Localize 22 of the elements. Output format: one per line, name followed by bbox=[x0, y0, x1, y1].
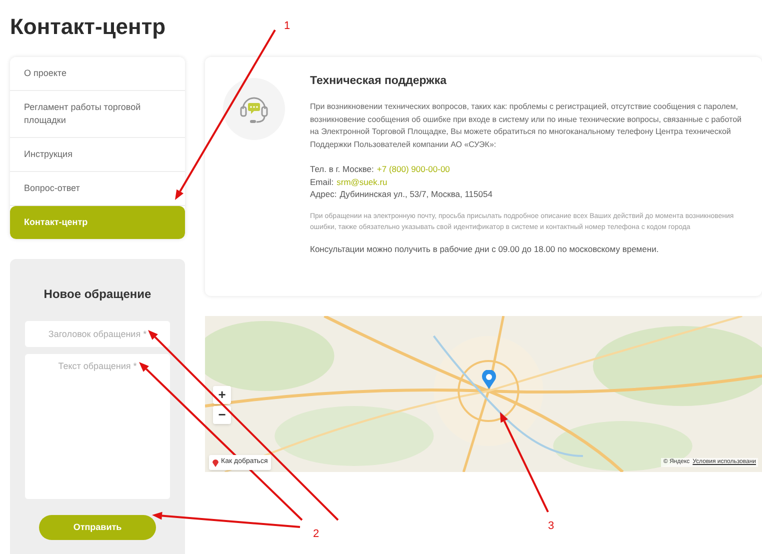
message-field[interactable]: Текст обращения * bbox=[25, 354, 170, 499]
contact-value: Дубининская ул., 53/7, Москва, 115054 bbox=[340, 188, 492, 201]
contact-label: Тел. в г. Москве: bbox=[310, 163, 374, 176]
map-pin-icon bbox=[481, 370, 497, 390]
contact-label: Адрес: bbox=[310, 188, 337, 201]
working-hours: Консультации можно получить в рабочие дни с 09.00 до 18.00 по московскому времени. bbox=[310, 242, 660, 256]
zoom-out-button[interactable]: − bbox=[213, 406, 231, 424]
zoom-in-button[interactable]: + bbox=[213, 386, 231, 404]
annotation-number: 3 bbox=[548, 520, 554, 532]
sidebar-item[interactable]: Регламент работы торговой площадки bbox=[10, 91, 185, 138]
pin-icon bbox=[212, 458, 219, 467]
sidebar-item[interactable]: Инструкция bbox=[10, 138, 185, 172]
annotation-number: 2 bbox=[313, 528, 320, 540]
title-field[interactable]: Заголовок обращения * bbox=[25, 321, 170, 347]
support-title: Техническая поддержка bbox=[310, 74, 446, 89]
support-description: При возникновении технических вопросов, таких как: проблемы с регистрацией, отсутствие сообщения с паролем, возникновение сообщения об ошибке при входе в систему или по иные технические вопросы, связанные с работой на Электронной Торговой Площадке, Вы можете обратиться по многоканальному телефону Центра технической Поддержки Пользователей компании АО «СУЭК»: bbox=[310, 101, 743, 151]
annotation-number: 1 bbox=[284, 20, 290, 32]
page-title: Контакт-центр bbox=[10, 13, 166, 41]
form-title: Новое обращение bbox=[44, 286, 152, 303]
contact-label: Email: bbox=[310, 176, 334, 188]
sidebar-item[interactable]: Вопрос-ответ bbox=[10, 172, 185, 206]
sidebar-item[interactable]: О проекте bbox=[10, 57, 185, 91]
